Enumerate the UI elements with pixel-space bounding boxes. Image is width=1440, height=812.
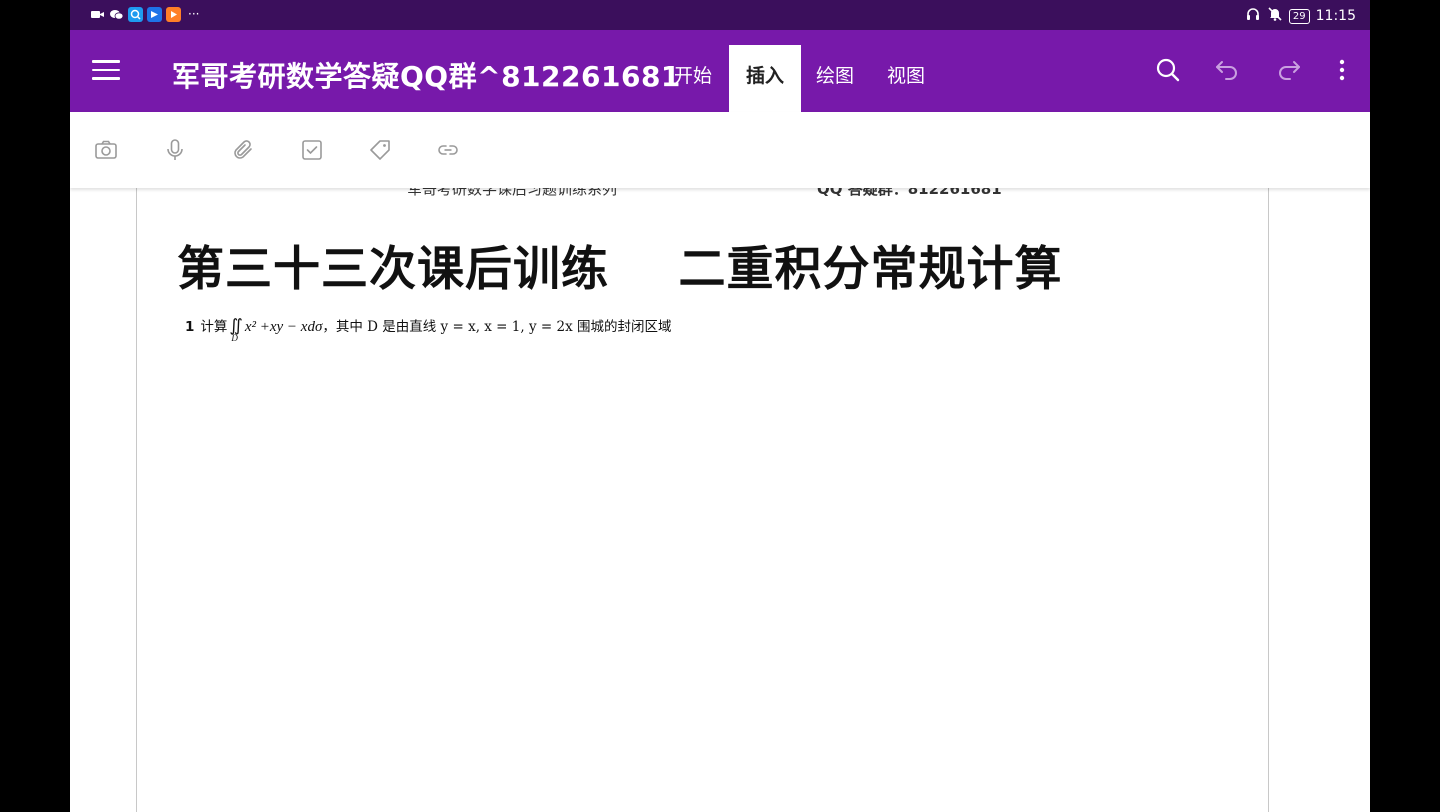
double-integral-sign: ∬ D <box>229 316 242 343</box>
tab-insert[interactable]: 插入 <box>729 45 801 112</box>
clock: 11:15 <box>1315 8 1356 24</box>
wechat-notification-icon <box>109 7 124 22</box>
headphones-icon <box>1245 6 1261 26</box>
insert-ribbon <box>70 112 1370 188</box>
problem-lead: 计算 <box>200 319 228 335</box>
camera-icon[interactable] <box>94 138 118 162</box>
note-canvas[interactable]: 军哥考研数学课后习题训练系列 QQ 答疑群：812261681 第三十三次课后训… <box>70 180 1370 812</box>
more-options-icon[interactable] <box>1328 56 1356 84</box>
microphone-icon[interactable] <box>163 138 187 162</box>
notebook-title: 军哥考研数学答疑QQ群^812261681 <box>172 60 681 93</box>
checkbox-icon[interactable] <box>300 138 324 162</box>
more-notifications: ··· <box>188 7 200 21</box>
tab-home[interactable]: 开始 <box>668 45 718 112</box>
system-status: 29 11:15 <box>1245 6 1356 26</box>
integral-region: D <box>231 333 238 343</box>
mute-bell-icon <box>1267 6 1283 26</box>
redo-icon[interactable] <box>1274 56 1302 84</box>
app-notification-icon <box>147 7 162 22</box>
search-icon[interactable] <box>1154 56 1182 84</box>
attachment-icon[interactable] <box>232 138 256 162</box>
problem-condition: ，其中 D 是由直线 y = x, x = 1, y = 2x 围城的封闭区域 <box>322 319 672 335</box>
status-bar: ··· 29 11:15 <box>70 0 1370 30</box>
notification-icons: ··· <box>90 7 199 22</box>
integrand: x² +xy − xdσ <box>244 319 323 335</box>
video-notification-icon <box>90 7 105 22</box>
problem-1: 1 计算 ∬ Dx² +xy − xdσ，其中 D 是由直线 y = x, x = 1… <box>185 315 672 343</box>
problem-number: 1 <box>185 319 195 335</box>
document-title: 第三十三次课后训练 二重积分常规计算 <box>177 242 1063 297</box>
tab-draw[interactable]: 绘图 <box>810 45 860 112</box>
app-bar: 军哥考研数学答疑QQ群^812261681 开始 插入 绘图 视图 <box>70 30 1370 112</box>
browser-notification-icon <box>128 7 143 22</box>
undo-icon[interactable] <box>1214 56 1242 84</box>
app-screen: ··· 29 11:15 军哥考研数学答疑QQ群^812261681 开始 插入… <box>70 0 1370 812</box>
battery-indicator: 29 <box>1288 8 1310 24</box>
tab-view[interactable]: 视图 <box>881 45 931 112</box>
link-icon[interactable] <box>436 138 460 162</box>
media-notification-icon <box>166 7 181 22</box>
hamburger-menu-icon[interactable] <box>92 60 120 82</box>
tag-icon[interactable] <box>368 138 392 162</box>
document-page[interactable]: 军哥考研数学课后习题训练系列 QQ 答疑群：812261681 第三十三次课后训… <box>136 180 1269 812</box>
